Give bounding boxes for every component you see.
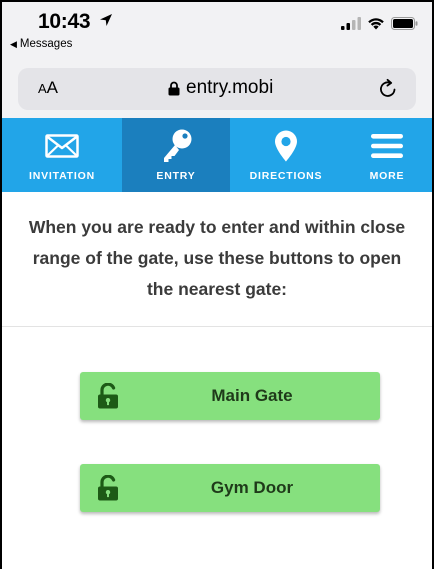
main-gate-label: Main Gate (211, 386, 293, 405)
unlock-icon (98, 475, 118, 501)
location-arrow-icon (99, 14, 112, 26)
nav-label-directions: DIRECTIONS (249, 170, 323, 182)
time-text: 10:43 (38, 10, 91, 33)
phone-screen: 10:43 ◀ Messages AA entry.mobi INVITATIO… (0, 0, 434, 569)
nav-item-more[interactable]: MORE (342, 118, 432, 192)
gym-door-label: Gym Door (210, 478, 294, 497)
nav-item-invitation[interactable]: INVITATION (2, 118, 122, 192)
wifi-icon (368, 18, 384, 30)
nav-label-entry: ENTRY (156, 170, 196, 182)
status-icons (341, 16, 418, 30)
cellular-signal-icon (341, 16, 361, 30)
nav-label-invitation: INVITATION (29, 170, 95, 182)
nav-label-more: MORE (369, 170, 405, 182)
text-size-button[interactable]: AA (38, 78, 58, 98)
back-triangle-icon: ◀ (10, 39, 17, 49)
status-time: 10:43 (38, 10, 113, 34)
nav-item-directions[interactable]: DIRECTIONS (230, 118, 342, 192)
key-icon (164, 129, 192, 162)
status-bar: 10:43 ◀ Messages (2, 2, 432, 64)
content-divider (2, 326, 432, 327)
map-pin-icon (275, 130, 297, 162)
battery-icon (391, 16, 418, 30)
main-gate-button[interactable]: Main Gate (80, 372, 380, 420)
url-field[interactable]: AA entry.mobi (18, 68, 416, 110)
unlock-icon (98, 383, 118, 409)
envelope-icon (45, 134, 79, 158)
browser-address-bar: AA entry.mobi (2, 64, 432, 118)
reload-icon[interactable] (376, 77, 400, 101)
gym-door-button[interactable]: Gym Door (80, 464, 380, 512)
url-text: entry.mobi (186, 77, 274, 98)
app-nav-bar: INVITATION ENTRY DIRECTIONS MORE (2, 118, 432, 192)
text-size-large-a: A (46, 78, 59, 97)
text-size-small-a: A (38, 81, 47, 96)
back-to-messages[interactable]: ◀ Messages (10, 38, 72, 50)
menu-icon (371, 134, 403, 158)
entry-instructions: When you are ready to enter and within c… (28, 217, 406, 299)
url-display[interactable]: entry.mobi (168, 77, 273, 99)
back-label: Messages (19, 38, 73, 50)
lock-icon (168, 81, 180, 95)
nav-item-entry[interactable]: ENTRY (122, 118, 230, 192)
